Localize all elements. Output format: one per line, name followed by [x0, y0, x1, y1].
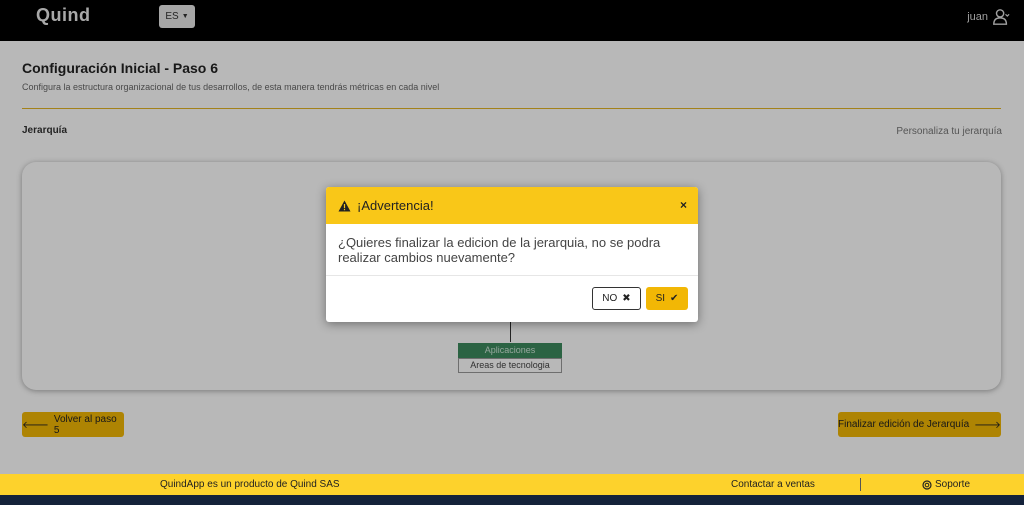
x-icon: ✖	[622, 293, 631, 304]
footer-separator	[860, 478, 861, 491]
warning-icon	[338, 200, 351, 211]
modal-message: ¿Quieres finalizar la edicion de la jera…	[326, 224, 698, 276]
si-button-label: SI	[655, 293, 666, 304]
modal-title: ¡Advertencia!	[357, 198, 434, 213]
os-taskbar	[0, 495, 1024, 505]
support-label: Soporte	[935, 479, 971, 490]
modal-footer: NO ✖ SI ✔	[592, 287, 688, 310]
contact-sales-link[interactable]: Contactar a ventas	[731, 479, 815, 490]
no-button[interactable]: NO ✖	[592, 287, 641, 310]
check-icon: ✔	[670, 293, 679, 304]
si-button[interactable]: SI ✔	[646, 287, 688, 310]
support-link[interactable]: Soporte	[922, 479, 970, 490]
close-icon[interactable]: ×	[680, 198, 687, 212]
warning-modal: ¡Advertencia! × ¿Quieres finalizar la ed…	[326, 187, 698, 322]
no-button-label: NO	[602, 293, 618, 304]
footer-product-text: QuindApp es un producto de Quind SAS	[160, 479, 340, 490]
modal-header: ¡Advertencia! ×	[326, 187, 698, 224]
footer: QuindApp es un producto de Quind SAS Con…	[0, 474, 1024, 495]
lifebuoy-icon	[922, 479, 932, 490]
